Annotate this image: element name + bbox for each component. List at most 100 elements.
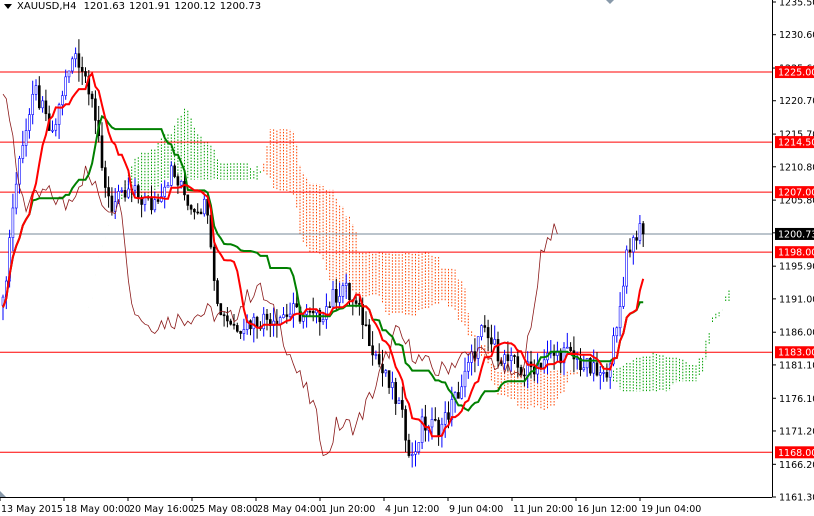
- candle-body: [414, 451, 417, 455]
- candle-body: [67, 70, 71, 78]
- candle-body: [94, 98, 97, 121]
- candle-body: [170, 165, 173, 186]
- price-tick-label: 1176.10: [779, 394, 814, 405]
- candle-body: [433, 419, 437, 421]
- price-tick-label: 1235.50: [779, 0, 814, 9]
- time-tick-label: 19 Jun 04:00: [641, 504, 701, 515]
- time-tick-label: 20 May 16:00: [129, 504, 194, 515]
- candle-body: [64, 76, 67, 96]
- time-tick-label: 1 Jun 20:00: [321, 504, 375, 515]
- candle-body: [417, 442, 421, 453]
- candle-body: [447, 412, 450, 420]
- price-tick-label: 1191.00: [779, 294, 814, 305]
- level-price-label: 1207.00: [778, 188, 814, 199]
- close-value: 1200.73: [219, 1, 262, 12]
- candle-body: [490, 337, 493, 345]
- price-tick-label: 1230.60: [779, 30, 814, 41]
- candle-body: [186, 194, 190, 206]
- candle-body: [137, 185, 140, 198]
- candle-body: [354, 300, 358, 304]
- candle-body: [41, 100, 44, 109]
- candle-body: [493, 339, 497, 345]
- candle-body: [331, 289, 335, 308]
- candle-body: [163, 186, 166, 197]
- candle-body: [592, 362, 596, 374]
- candle-body: [334, 289, 338, 303]
- candle-body: [400, 400, 404, 410]
- candle-body: [565, 346, 569, 349]
- candle-body: [404, 409, 407, 441]
- price-tick-label: 1171.20: [779, 426, 814, 437]
- candle-body: [193, 208, 196, 213]
- candle-body: [107, 187, 110, 197]
- candle-body: [173, 165, 176, 177]
- candle-body: [28, 114, 31, 131]
- candle-body: [295, 303, 299, 308]
- candle-body: [265, 313, 269, 320]
- candle-body: [328, 306, 332, 308]
- candle-body: [615, 327, 619, 337]
- price-tick-label: 1195.90: [779, 262, 814, 273]
- price-tick-label: 1186.00: [779, 328, 814, 339]
- candle-body: [34, 85, 38, 95]
- candle-body: [377, 354, 381, 365]
- candle-body: [189, 205, 193, 210]
- candle-body: [232, 323, 236, 326]
- candle-body: [166, 185, 170, 188]
- candle-body: [71, 58, 74, 72]
- candle-body: [602, 372, 605, 374]
- candle-body: [582, 367, 586, 371]
- candle-body: [367, 324, 371, 347]
- candle-body: [496, 339, 500, 362]
- candle-body: [44, 100, 48, 115]
- price-tick-label: 1161.30: [779, 493, 814, 504]
- candle-body: [252, 316, 256, 330]
- candle-body: [635, 237, 638, 241]
- candle-body: [407, 439, 411, 456]
- candle-body: [374, 354, 378, 356]
- candle-body: [54, 124, 58, 131]
- candle-body: [391, 382, 394, 388]
- candle-body: [523, 374, 526, 377]
- candle-body: [638, 223, 642, 241]
- scroll-shift-marker-icon[interactable]: [0, 491, 6, 497]
- candle-body: [361, 304, 365, 326]
- candle-body: [595, 362, 599, 376]
- candle-body: [255, 316, 259, 327]
- chart-header: XAUUSD,H4 1201.63 1201.91 1200.12 1200.73: [4, 1, 265, 12]
- candle-body: [625, 249, 629, 287]
- candle-body: [242, 329, 246, 334]
- high-value: 1201.91: [129, 1, 171, 12]
- candle-body: [61, 95, 64, 106]
- candle-body: [153, 199, 157, 211]
- candle-body: [183, 181, 186, 196]
- candle-body: [77, 53, 81, 68]
- current-price-label: 1200.73: [778, 229, 814, 240]
- dropdown-triangle-icon[interactable]: [4, 3, 12, 9]
- price-tick-label: 1181.10: [779, 360, 814, 371]
- candle-body: [348, 282, 351, 301]
- price-chart[interactable]: 1235.501230.601225.601220.701215.701210.…: [0, 0, 814, 516]
- low-value: 1200.12: [174, 1, 216, 12]
- candle-body: [463, 370, 467, 388]
- time-tick-label: 11 Jun 20:00: [513, 504, 573, 515]
- candle-body: [18, 158, 21, 185]
- candle-body: [104, 167, 107, 188]
- time-tick-label: 18 May 00:00: [65, 504, 130, 515]
- candle-body: [133, 185, 137, 191]
- candle-body: [156, 199, 160, 202]
- candle-body: [622, 285, 625, 307]
- time-tick-label: 25 May 08:00: [193, 504, 258, 515]
- candle-body: [605, 372, 609, 378]
- chart-shift-marker-icon[interactable]: [606, 0, 614, 4]
- candle-body: [641, 223, 645, 235]
- candle-body: [37, 85, 41, 109]
- candle-body: [236, 325, 239, 332]
- candle-body: [14, 183, 18, 209]
- candle-body: [509, 355, 513, 361]
- candle-body: [219, 303, 223, 316]
- level-price-label: 1198.00: [778, 248, 814, 259]
- candle-body: [285, 314, 289, 317]
- candle-body: [80, 67, 84, 72]
- candle-body: [325, 306, 328, 320]
